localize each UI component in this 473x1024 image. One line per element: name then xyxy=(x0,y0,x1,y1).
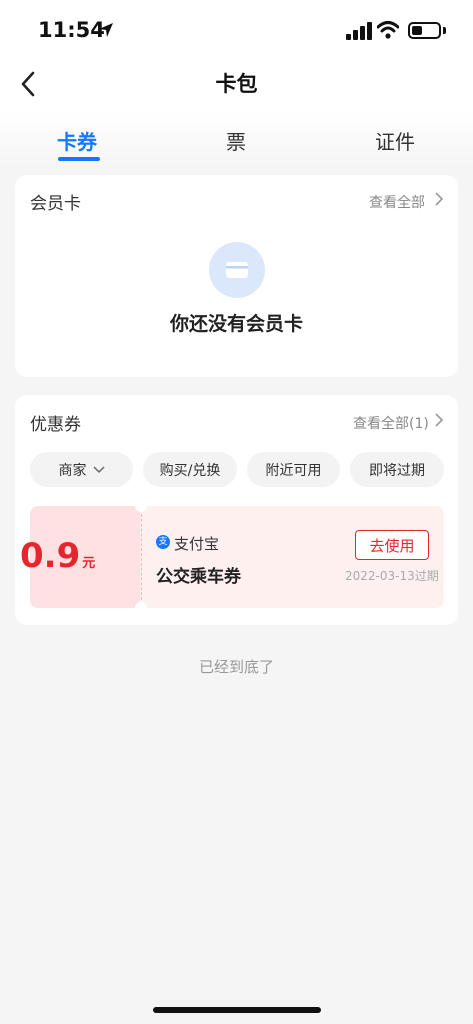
coupon-amount: 0.9 元 xyxy=(20,536,95,576)
filter-purchase-exchange[interactable]: 购买/兑换 xyxy=(143,452,237,487)
signal-icon xyxy=(346,22,372,40)
alipay-icon: 支 xyxy=(156,535,170,549)
membership-view-all[interactable]: 查看全部 xyxy=(369,192,425,212)
tab-coupons[interactable]: 卡券 xyxy=(57,126,97,155)
chevron-down-icon xyxy=(92,465,105,473)
filter-merchant[interactable]: 商家 xyxy=(30,452,133,487)
tab-documents[interactable]: 证件 xyxy=(375,126,415,155)
membership-empty-text: 你还没有会员卡 xyxy=(169,313,303,335)
coupon-notch xyxy=(135,602,147,608)
chevron-right-icon[interactable] xyxy=(434,191,444,207)
wifi-icon xyxy=(377,21,399,39)
membership-title: 会员卡 xyxy=(30,194,81,214)
page-title: 卡包 xyxy=(215,72,258,96)
use-coupon-button[interactable]: 去使用 xyxy=(355,530,429,560)
chevron-right-icon[interactable] xyxy=(434,412,444,428)
coupon-amount-value: 0.9 xyxy=(20,536,81,576)
card-icon xyxy=(226,262,248,278)
filter-merchant-label: 商家 xyxy=(58,462,87,479)
coupon-brand: 支付宝 xyxy=(174,535,220,553)
filter-expiring-label: 即将过期 xyxy=(369,462,425,479)
filter-purchase-label: 购买/兑换 xyxy=(159,462,221,479)
filter-nearby-label: 附近可用 xyxy=(265,462,322,479)
battery-icon xyxy=(408,22,441,39)
coupon-amount-unit: 元 xyxy=(82,556,96,571)
list-end-text: 已经到底了 xyxy=(198,658,274,676)
battery-tip xyxy=(443,27,446,34)
coupon-title: 优惠券 xyxy=(30,415,81,435)
coupon-name: 公交乘车券 xyxy=(156,567,241,587)
coupon-expire-date: 2022-03-13过期 xyxy=(345,569,439,583)
status-time: 11:54 xyxy=(38,18,105,42)
location-arrow-icon xyxy=(99,23,113,37)
filter-nearby[interactable]: 附近可用 xyxy=(247,452,340,487)
tab-active-indicator xyxy=(58,157,100,161)
coupon-divider xyxy=(141,514,142,600)
home-indicator[interactable] xyxy=(153,1007,321,1013)
coupon-view-all[interactable]: 查看全部(1) xyxy=(353,413,429,433)
tab-tickets[interactable]: 票 xyxy=(226,126,246,155)
filter-expiring[interactable]: 即将过期 xyxy=(350,452,444,487)
